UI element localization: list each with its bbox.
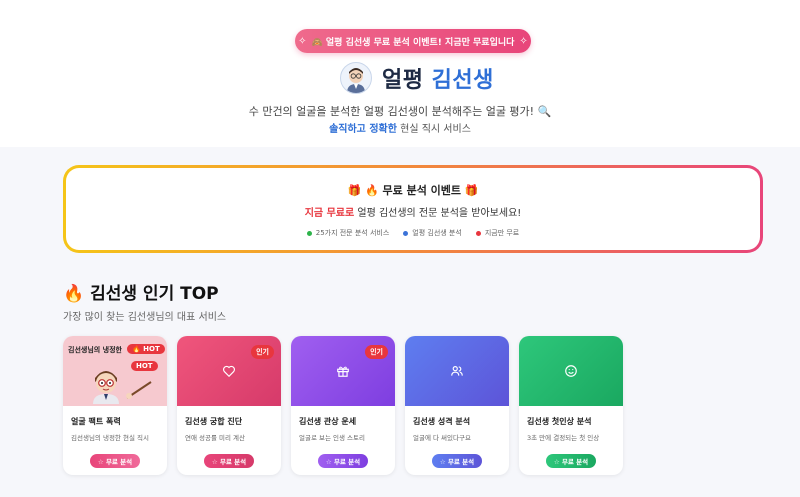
event-point-label: 25가지 전문 분석 서비스 — [315, 229, 390, 237]
card-title: 김선생 첫인상 분석 — [527, 417, 592, 426]
event-point: 지금만 무료 — [475, 228, 520, 238]
gift-icon: 🎁 — [347, 184, 362, 197]
card-description: 3초 만에 결정되는 첫 인상 — [527, 434, 600, 442]
service-card-personality[interactable]: 김선생 성격 분석 얼굴에 다 써있다구요 ☆ 무료 분석 — [405, 336, 509, 475]
tagline-rest: 현실 직시 서비스 — [396, 124, 471, 135]
card-title: 김선생 성격 분석 — [413, 417, 471, 426]
bullet-dot-icon — [306, 230, 312, 236]
brand-title-main: 얼평 — [382, 68, 424, 93]
event-point: 25가지 전문 분석 서비스 — [306, 228, 390, 238]
card-title: 김선생 관상 운세 — [299, 417, 357, 426]
service-card-fact[interactable]: 김선생님의 냉정한 🔥 HOT HOT 얼굴 팩트 폭력 김선생님의 냉정한 현… — [63, 336, 167, 475]
event-point-label: 얼평 김선생 분석 — [412, 229, 462, 237]
card-description: 얼굴에 다 써있다구요 — [413, 434, 471, 442]
teacher-avatar-icon — [340, 62, 372, 94]
tagline: 수 만건의 얼굴을 분석한 얼평 김선생이 분석해주는 얼굴 평가! 🔍 — [248, 105, 552, 118]
brand-title: 얼평 김선생 — [382, 62, 494, 94]
tagline-strong: 솔직하고 정확한 — [329, 124, 397, 135]
teacher-illustration-icon — [93, 371, 119, 404]
event-banner[interactable]: ✧ 🙈 얼평 김선생 무료 분석 이벤트! 지금만 무료입니다 ✧ — [295, 29, 531, 53]
event-points: 25가지 전문 분석 서비스 얼평 김선생 분석 지금만 무료 — [66, 228, 760, 238]
section-title: 🔥 김선생 인기 TOP — [63, 284, 219, 304]
bullet-dot-icon — [475, 230, 481, 236]
free-analysis-button[interactable]: ☆ 무료 분석 — [90, 454, 140, 468]
service-card-physiognomy[interactable]: 인기 김선생 관상 운세 얼굴로 보는 인생 스토리 ☆ 무료 분석 — [291, 336, 395, 475]
gift-icon: 🎁 — [464, 184, 479, 197]
heart-icon — [223, 365, 235, 378]
event-point-label: 지금만 무료 — [484, 229, 520, 237]
free-event-inner: 🎁 🔥 무료 분석 이벤트 🎁 지금 무료로 얼평 김선생의 전문 분석을 받아… — [66, 168, 760, 250]
card-description: 연애 성공률 미리 계산 — [185, 434, 246, 442]
gift-icon — [337, 366, 349, 377]
brand-title-accent: 김선생 — [431, 68, 494, 93]
section-subtitle: 가장 많이 찾는 김선생님의 대표 서비스 — [63, 312, 227, 323]
hot-badge: 🔥 HOT — [127, 344, 165, 354]
users-icon — [451, 366, 463, 376]
pointer-stick-icon — [126, 381, 152, 399]
free-analysis-button[interactable]: ☆ 무료 분석 — [318, 454, 368, 468]
card-image: 인기 — [291, 336, 395, 406]
card-illustration: 김선생님의 냉정한 🔥 HOT HOT — [63, 336, 167, 406]
service-cards: 김선생님의 냉정한 🔥 HOT HOT 얼굴 팩트 폭력 김선생님의 냉정한 현… — [63, 336, 623, 476]
event-subtitle-rest: 얼평 김선생의 전문 분석을 받아보세요! — [354, 208, 522, 219]
sparkle-icon: ✧ — [298, 35, 307, 47]
card-image — [405, 336, 509, 406]
card-title: 얼굴 팩트 폭력 — [71, 417, 121, 426]
free-analysis-button[interactable]: ☆ 무료 분석 — [204, 454, 254, 468]
service-card-first-impression[interactable]: 김선생 첫인상 분석 3초 만에 결정되는 첫 인상 ☆ 무료 분석 — [519, 336, 623, 475]
free-analysis-button[interactable]: ☆ 무료 분석 — [432, 454, 482, 468]
illustration-caption: 김선생님의 냉정한 — [68, 346, 122, 354]
popular-badge: 인기 — [251, 345, 274, 359]
event-title-label: 🔥 무료 분석 이벤트 — [364, 184, 462, 197]
page-header: ✧ 🙈 얼평 김선생 무료 분석 이벤트! 지금만 무료입니다 ✧ 얼평 김선생… — [0, 0, 800, 147]
card-title: 김선생 궁합 진단 — [185, 417, 243, 426]
card-image — [519, 336, 623, 406]
event-subtitle: 지금 무료로 얼평 김선생의 전문 분석을 받아보세요! — [66, 204, 760, 219]
event-title: 🎁 🔥 무료 분석 이벤트 🎁 — [66, 182, 760, 198]
hot-badge: HOT — [131, 361, 158, 371]
event-subtitle-highlight: 지금 무료로 — [304, 208, 355, 219]
free-analysis-button[interactable]: ☆ 무료 분석 — [546, 454, 596, 468]
free-event-box: 🎁 🔥 무료 분석 이벤트 🎁 지금 무료로 얼평 김선생의 전문 분석을 받아… — [63, 165, 763, 253]
event-point: 얼평 김선생 분석 — [403, 228, 462, 238]
tagline-secondary: 솔직하고 정확한 현실 직시 서비스 — [0, 120, 800, 135]
bullet-dot-icon — [403, 230, 409, 236]
smile-icon — [565, 365, 577, 377]
service-card-compatibility[interactable]: 인기 김선생 궁합 진단 연애 성공률 미리 계산 ☆ 무료 분석 — [177, 336, 281, 475]
event-banner-label: 🙈 얼평 김선생 무료 분석 이벤트! 지금만 무료입니다 — [311, 37, 515, 48]
popular-badge: 인기 — [365, 345, 388, 359]
card-image: 인기 — [177, 336, 281, 406]
brand: 얼평 김선생 — [340, 61, 494, 95]
card-description: 김선생님의 냉정한 현실 직시 — [71, 434, 149, 442]
card-description: 얼굴로 보는 인생 스토리 — [299, 434, 365, 442]
sparkle-icon: ✧ — [519, 35, 528, 47]
